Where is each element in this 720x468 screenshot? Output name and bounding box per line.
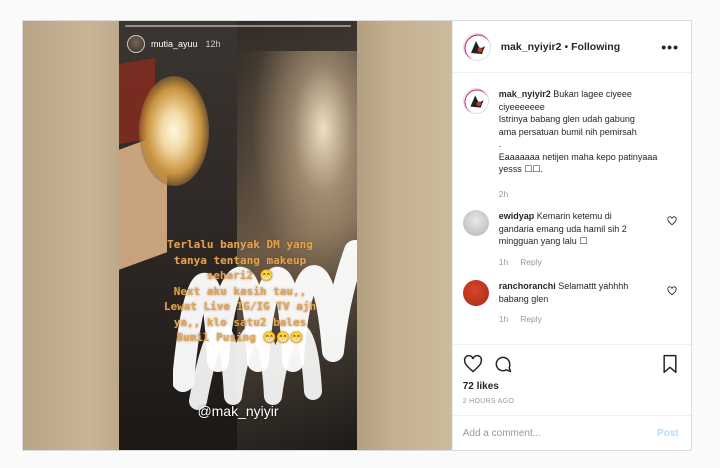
likes-count[interactable]: 72 likes	[463, 381, 679, 392]
story-caption-line: sehari2 😁	[206, 269, 274, 282]
add-comment-bar: Post	[452, 415, 691, 450]
story-caption-line: Lewat Live IG/IG TV ajh	[163, 300, 317, 313]
story-time: 12h	[205, 39, 221, 49]
header-separator: •	[564, 40, 569, 53]
comment-time[interactable]: 2h	[499, 188, 508, 201]
comments-list[interactable]: mak_nyiyir2 Bukan lagee ciyeee ciyeeeeee…	[453, 74, 691, 344]
post-date: 2 HOURS AGO	[462, 398, 515, 405]
story-screenshot: mutia_ayuu 12h Terlalu banyak DM yang ta…	[119, 21, 357, 450]
post-actions: 72 likes 2 HOURS AGO	[452, 344, 691, 405]
reply-button[interactable]: Reply	[520, 256, 542, 269]
story-username: mutia_ayuu	[151, 39, 198, 49]
story-watermark: @mak_nyiyir	[197, 403, 279, 419]
caption-comment: mak_nyiyir2 Bukan lagee ciyeee ciyeeeeee…	[462, 88, 679, 200]
story-caption: Terlalu banyak DM yang tanya tentang mak…	[129, 237, 351, 346]
post-media[interactable]: mutia_ayuu 12h Terlalu banyak DM yang ta…	[23, 21, 452, 450]
story-caption-line: ya,, klo satu2 bales	[173, 315, 307, 329]
story-caption-line: tanya tentang makeup	[173, 253, 307, 267]
story-progress-bar	[125, 25, 351, 27]
comment-text: Selamattt yahhhh	[558, 281, 629, 291]
comment-text: .	[498, 139, 502, 149]
comment-body: ranchoranchi Selamattt yahhhh babang gle…	[499, 280, 663, 326]
comment-meta: 1h Reply	[499, 313, 663, 326]
comment-meta: 2h	[499, 188, 663, 201]
comment-avatar[interactable]	[462, 280, 489, 306]
story-lamp	[139, 76, 209, 186]
comment-time[interactable]: 1h	[499, 256, 508, 269]
comment-text: Eaaaaaaa netijen maha kepo patinyaaa	[498, 151, 658, 162]
story-header: mutia_ayuu 12h	[127, 35, 221, 53]
witch-logo-icon	[464, 33, 490, 60]
comment-bubble-icon[interactable]	[493, 354, 513, 374]
comment-item: ewidyap Kemarin ketemu di gandaria emang…	[462, 210, 679, 268]
comment-text: mingguan yang lalu ☐	[498, 236, 588, 246]
story-caption-line: Bumil Pusing 😁😁😁	[176, 331, 304, 344]
like-comment-heart-icon[interactable]	[667, 286, 677, 296]
comment-username[interactable]: ranchoranchi	[499, 281, 556, 291]
comment-body: ewidyap Kemarin ketemu di gandaria emang…	[499, 210, 663, 268]
post-comment-button[interactable]: Post	[657, 428, 679, 439]
comment-username[interactable]: mak_nyiyir2	[499, 89, 551, 99]
comment-username[interactable]: ewidyap	[499, 211, 535, 221]
header-username[interactable]: mak_nyiyir2	[501, 41, 562, 53]
comment-avatar[interactable]	[462, 210, 489, 236]
media-blur-right	[355, 21, 452, 450]
comment-meta: 1h Reply	[499, 256, 663, 269]
witch-logo-icon	[464, 89, 488, 113]
comment-item: ranchoranchi Selamattt yahhhh babang gle…	[462, 280, 679, 326]
reply-button[interactable]: Reply	[520, 313, 542, 326]
story-avatar	[127, 35, 145, 53]
comment-text: Kemarin ketemu di	[536, 211, 612, 221]
bookmark-icon[interactable]	[661, 354, 679, 374]
like-comment-heart-icon[interactable]	[667, 216, 677, 226]
story-caption-line: Next aku kasih tau,,	[173, 284, 307, 298]
comment-text: ciyeeeeeee	[498, 101, 545, 112]
comment-text: Bukan lagee ciyeee	[553, 89, 632, 99]
comment-text: gandaria emang uda hamil sih 2	[498, 223, 627, 234]
post-card: mutia_ayuu 12h Terlalu banyak DM yang ta…	[22, 20, 692, 451]
post-sidebar: mak_nyiyir2 • Following ••• mak_nyiyir2 …	[451, 21, 691, 450]
media-blur-left	[23, 21, 119, 450]
comment-avatar[interactable]	[462, 88, 489, 114]
post-header: mak_nyiyir2 • Following •••	[452, 21, 691, 73]
like-heart-icon[interactable]	[463, 354, 483, 374]
comment-input[interactable]	[462, 427, 658, 439]
account-avatar[interactable]	[462, 32, 491, 61]
comment-body: mak_nyiyir2 Bukan lagee ciyeee ciyeeeeee…	[499, 88, 663, 200]
comment-text: yesss ☐☐.	[498, 164, 543, 174]
story-caption-line: Terlalu banyak DM yang	[167, 238, 313, 251]
action-row	[463, 353, 679, 375]
comment-time[interactable]: 1h	[499, 313, 508, 326]
following-button[interactable]: Following	[571, 41, 620, 53]
comment-text: babang glen	[498, 293, 549, 304]
comment-text: ama persatuan bumil nih pemirsah	[498, 126, 637, 137]
more-options-icon[interactable]: •••	[661, 39, 679, 55]
comment-text: Istrinya babang glen udah gabung	[498, 114, 635, 124]
